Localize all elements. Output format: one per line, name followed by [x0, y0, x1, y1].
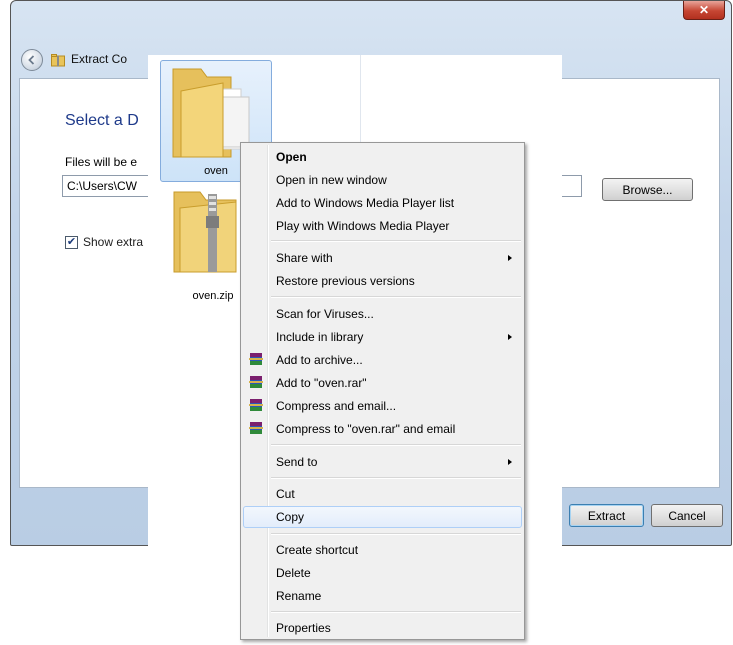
submenu-arrow-icon	[508, 255, 512, 261]
show-extracted-row: ✔ Show extra	[65, 235, 143, 249]
menu-item-add-to-wmp-list[interactable]: Add to Windows Media Player list	[243, 192, 522, 214]
submenu-arrow-icon	[508, 334, 512, 340]
submenu-arrow-icon	[508, 459, 512, 465]
context-menu: Open Open in new window Add to Windows M…	[240, 142, 525, 640]
menu-item-open-new-window[interactable]: Open in new window	[243, 169, 522, 191]
file-item-oven-zip[interactable]: oven.zip	[160, 186, 250, 308]
menu-item-play-with-wmp[interactable]: Play with Windows Media Player	[243, 215, 522, 237]
winrar-icon	[249, 422, 263, 434]
menu-separator	[271, 444, 521, 446]
menu-item-compress-and-email[interactable]: Compress and email...	[243, 395, 522, 417]
panel-divider	[360, 55, 361, 147]
close-icon: ✕	[698, 3, 710, 17]
menu-item-scan-for-viruses[interactable]: Scan for Viruses...	[243, 303, 522, 325]
winrar-icon	[249, 399, 263, 411]
menu-separator	[271, 240, 521, 242]
destination-label: Files will be e	[65, 155, 138, 169]
menu-item-add-to-oven-rar[interactable]: Add to "oven.rar"	[243, 372, 522, 394]
back-button[interactable]	[21, 49, 43, 71]
close-button[interactable]: ✕	[683, 1, 725, 20]
menu-item-delete[interactable]: Delete	[243, 562, 522, 584]
menu-item-restore-previous[interactable]: Restore previous versions	[243, 270, 522, 292]
show-extracted-checkbox[interactable]: ✔	[65, 235, 78, 249]
menu-separator	[271, 477, 521, 479]
menu-item-cut[interactable]: Cut	[243, 483, 522, 505]
cancel-button[interactable]: Cancel	[651, 504, 723, 527]
show-extracted-label: Show extra	[83, 235, 144, 249]
menu-item-share-with[interactable]: Share with	[243, 247, 522, 269]
menu-item-create-shortcut[interactable]: Create shortcut	[243, 539, 522, 561]
back-arrow-icon	[28, 55, 35, 65]
zip-file-icon	[173, 191, 237, 273]
menu-item-properties[interactable]: Properties	[243, 617, 522, 639]
menu-item-include-in-library[interactable]: Include in library	[243, 326, 522, 348]
menu-item-open[interactable]: Open	[243, 146, 522, 168]
menu-separator	[271, 296, 521, 298]
menu-separator	[271, 611, 521, 613]
menu-item-send-to[interactable]: Send to	[243, 451, 522, 473]
extract-button[interactable]: Extract	[569, 504, 644, 527]
zip-folder-icon	[51, 54, 65, 67]
menu-item-add-to-archive[interactable]: Add to archive...	[243, 349, 522, 371]
page-heading: Select a D	[65, 112, 139, 129]
menu-item-copy[interactable]: Copy	[243, 506, 522, 528]
dialog-title: Extract Co	[71, 52, 128, 66]
menu-separator	[271, 533, 521, 535]
menu-item-rename[interactable]: Rename	[243, 585, 522, 607]
winrar-icon	[249, 353, 263, 365]
winrar-icon	[249, 376, 263, 388]
browse-button[interactable]: Browse...	[602, 178, 693, 201]
menu-item-compress-to-rar-and-email[interactable]: Compress to "oven.rar" and email	[243, 418, 522, 440]
